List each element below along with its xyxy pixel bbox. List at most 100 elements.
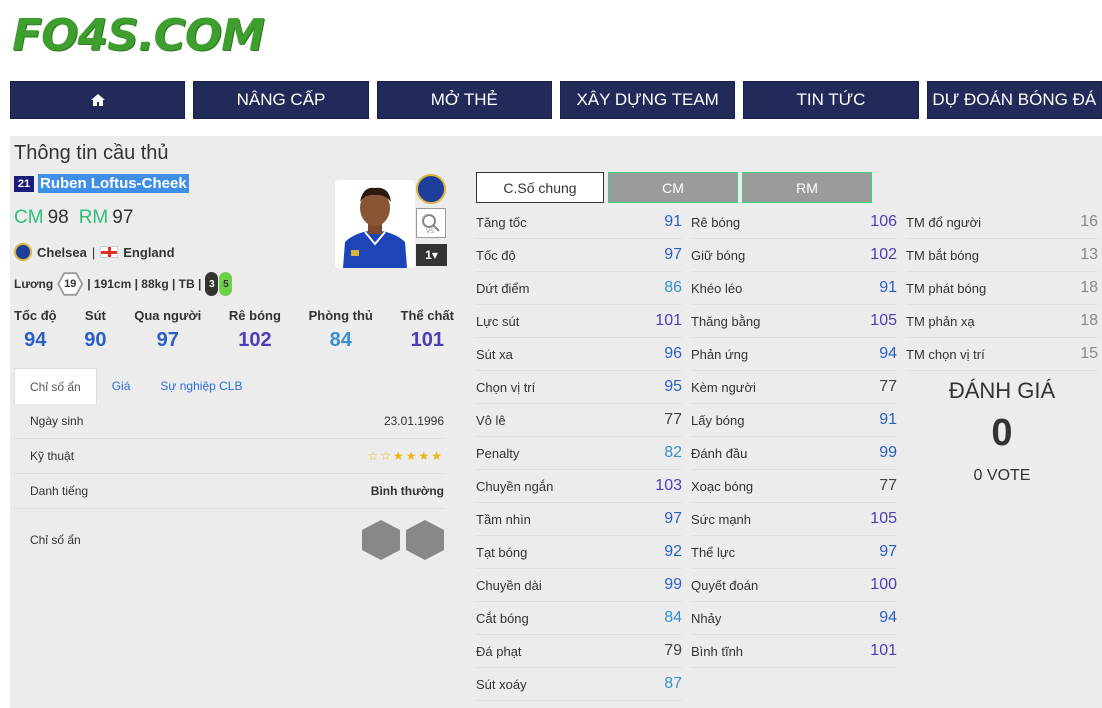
stat-name: TM phát bóng [906, 280, 987, 296]
separator: | [91, 244, 96, 260]
nav-item-xay-dung-team[interactable]: XÂY DỰNG TEAM [559, 81, 736, 119]
stat-value: 18 [1080, 279, 1098, 296]
info-label: Ngày sinh [30, 414, 84, 428]
stat-value: 82 [664, 444, 682, 461]
stat-name: Khéo léo [691, 280, 743, 296]
info-tabs: Chỉ số ẩn Giá Sự nghiệp CLB [14, 368, 444, 404]
stat-value: 99 [879, 444, 897, 461]
skill-stars: ☆☆★★★★ [367, 449, 444, 463]
stat-name: Sút xa [476, 346, 513, 362]
stat-value: 95 [664, 378, 682, 395]
stat-row: Tạt bóng 92 [476, 536, 682, 569]
tab-gia[interactable]: Giá [97, 368, 146, 404]
stat-row: Sút xa 96 [476, 338, 682, 371]
stat-name: Chọn vị trí [476, 379, 536, 395]
main-nav: NÂNG CẤP MỞ THẺ XÂY DỰNG TEAM TIN TỨC DỰ… [10, 81, 1102, 119]
stat-name: Tốc độ [476, 247, 516, 263]
nav-item-du-doan[interactable]: DỰ ĐOÁN BÓNG ĐÁ [926, 81, 1102, 119]
level-select[interactable]: 1 ▾ [416, 244, 447, 266]
stat-name: Lấy bóng [691, 412, 745, 428]
stat-name: Đánh đầu [691, 445, 748, 461]
stat-row: Tầm nhìn 97 [476, 503, 682, 536]
stat-name: Rê bóng [691, 214, 741, 230]
stat-view-buttons: C.Số chung CM RM [476, 172, 872, 203]
main-stat: Sút 90 [84, 308, 106, 352]
stat-name: Penalty [476, 445, 520, 461]
stat-value: 101 [870, 642, 897, 659]
stat-row: Sức mạnh 105 [691, 503, 897, 536]
position-ovr: 98 [47, 207, 69, 228]
stat-value: 77 [879, 477, 897, 494]
stat-row: Bình tĩnh 101 [691, 635, 897, 668]
stat-row: Tăng tốc 91 [476, 206, 682, 239]
club-crest-icon [14, 243, 32, 261]
stat-value: 77 [879, 378, 897, 395]
main-stat-value: 102 [238, 329, 272, 351]
site-logo[interactable]: FO4S.COM [12, 10, 265, 61]
main-stats: Tốc độ 94 Sút 90 Qua người 97 Rê bóng 102 Phòng … [14, 308, 454, 352]
stat-row: Đá phạt 79 [476, 635, 682, 668]
salary-label: Lương [14, 277, 54, 291]
compare-icon[interactable]: VS [416, 208, 446, 238]
home-icon [90, 94, 105, 106]
stat-name: Lực sút [476, 313, 520, 329]
main-stat-value: 90 [84, 329, 107, 351]
stat-row: Chuyền dài 99 [476, 569, 682, 602]
stat-value: 94 [879, 609, 897, 626]
stat-value: 91 [879, 411, 897, 428]
main-stat-value: 84 [329, 329, 352, 351]
player-photo [335, 180, 415, 268]
stat-name: Chuyền ngắn [476, 478, 554, 494]
tab-su-nghiep-clb[interactable]: Sự nghiệp CLB [145, 368, 257, 404]
stat-row: Chọn vị trí 95 [476, 371, 682, 404]
stat-name: Giữ bóng [691, 247, 746, 263]
general-stats-button[interactable]: C.Số chung [476, 172, 604, 203]
stat-name: Xoạc bóng [691, 478, 754, 494]
cm-stats-button[interactable]: CM [608, 172, 738, 203]
salary-row: Lương 19 | 191cm | 88kg | TB | 3 5 [14, 271, 233, 297]
stat-name: Kèm người [691, 379, 756, 395]
info-row-reputation: Danh tiếng Bình thường [14, 474, 444, 509]
nav-item-nang-cap[interactable]: NÂNG CẤP [193, 81, 369, 119]
stat-row: Dứt điểm 86 [476, 272, 682, 305]
main-stat: Tốc độ 94 [14, 308, 57, 352]
left-foot-value: 3 [205, 272, 219, 296]
stat-row: Cắt bóng 84 [476, 602, 682, 635]
stat-row: TM phát bóng 18 [906, 272, 1098, 305]
stats-column-1: Tăng tốc 91 Tốc độ 97 Dứt điểm 86 Lực sút 101 Sú… [476, 206, 682, 701]
stat-name: Sút xoáy [476, 676, 527, 692]
club-name[interactable]: Chelsea [37, 245, 87, 260]
stat-name: Thăng bằng [691, 313, 761, 329]
stat-row: Khéo léo 91 [691, 272, 897, 305]
info-label: Chỉ số ẩn [30, 533, 81, 547]
stat-row: TM chọn vị trí 15 [906, 338, 1098, 371]
info-row-traits: Chỉ số ẩn [14, 509, 444, 571]
nation-name: England [123, 244, 175, 260]
stat-row: Nhảy 94 [691, 602, 897, 635]
position-label: RM [78, 207, 109, 228]
trait-icon[interactable] [406, 520, 444, 560]
nav-item-mo-the[interactable]: MỞ THẺ [376, 81, 552, 119]
stat-name: TM đổ người [906, 214, 982, 230]
stat-name: Thể lực [691, 544, 736, 560]
stat-row: TM bắt bóng 13 [906, 239, 1098, 272]
nav-item-tin-tuc[interactable]: TIN TỨC [743, 81, 919, 119]
stat-row: Quyết đoán 100 [691, 569, 897, 602]
main-stat: Thể chất 101 [401, 308, 454, 352]
trait-icon[interactable] [362, 520, 400, 560]
main-stat-value: 94 [24, 329, 47, 351]
nav-home[interactable] [10, 81, 186, 119]
stat-value: 91 [664, 213, 682, 230]
main-stat-value: 101 [410, 329, 444, 351]
svg-text:VS: VS [426, 228, 434, 234]
stat-name: Tầm nhìn [476, 511, 531, 527]
info-row-skill: Kỹ thuật ☆☆★★★★ [14, 439, 444, 474]
rating-votes: 0 VOTE [973, 467, 1031, 484]
stat-value: 103 [655, 477, 682, 494]
physique-info: | 191cm | 88kg | TB | [87, 277, 202, 291]
stat-name: Nhảy [691, 610, 722, 626]
stat-value: 100 [870, 576, 897, 593]
rm-stats-button[interactable]: RM [742, 172, 872, 203]
stats-column-3: TM đổ người 16 TM bắt bóng 13 TM phát bóng 18… [906, 206, 1098, 371]
tab-chi-so-an[interactable]: Chỉ số ẩn [14, 368, 97, 404]
